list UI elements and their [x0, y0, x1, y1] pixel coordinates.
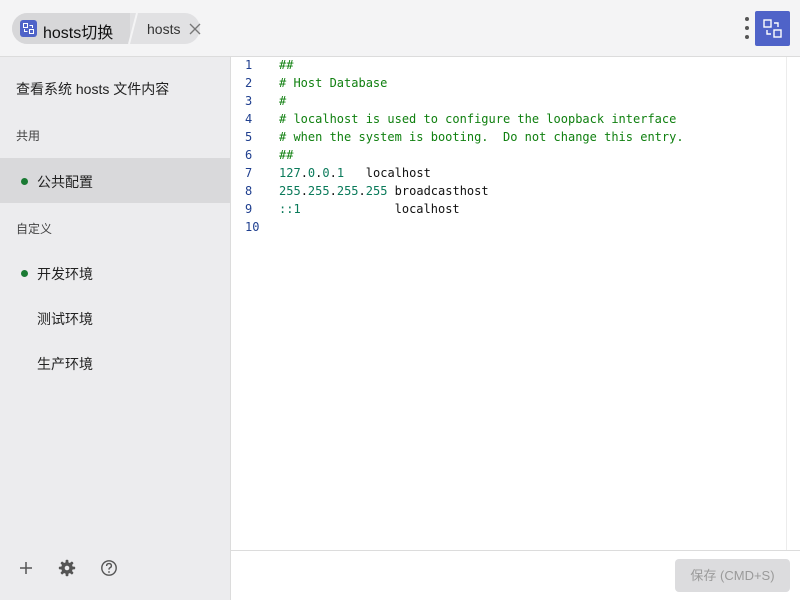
title-bar: hosts切换 hosts	[0, 0, 800, 57]
help-icon[interactable]	[100, 559, 118, 577]
sidebar: 查看系统 hosts 文件内容 共用 公共配置 自定义 开发环境 测试环境 生产…	[0, 57, 231, 600]
enabled-dot	[21, 270, 28, 277]
editor-line[interactable]: 2 # Host Database	[231, 75, 781, 93]
enabled-dot	[21, 178, 28, 185]
sidebar-item-label: 生产环境	[37, 356, 93, 372]
sidebar-item-public-config[interactable]: 公共配置	[0, 158, 230, 203]
line-number: 1	[245, 58, 253, 72]
hosts-editor[interactable]: 1 ## 2 # Host Database 3 #4 # localhost is use…	[231, 57, 800, 550]
tab-separator	[128, 13, 138, 44]
line-code[interactable]: # Host Database	[279, 76, 387, 90]
editor-line[interactable]: 8 255.255.255.255 broadcasthost	[231, 183, 781, 201]
sidebar-item-prod[interactable]: 生产环境	[0, 340, 230, 385]
line-code[interactable]: ::1 localhost	[279, 202, 460, 216]
line-number: 6	[245, 148, 253, 162]
tab-group: hosts切换 hosts	[12, 13, 202, 44]
line-code[interactable]: 255.255.255.255 broadcasthost	[279, 184, 489, 198]
editor-line[interactable]: 9::1 localhost	[231, 201, 781, 219]
sidebar-item-test[interactable]: 测试环境	[0, 295, 230, 340]
section-custom: 自定义	[16, 222, 53, 236]
save-button[interactable]: 保存 (CMD+S)	[675, 559, 790, 592]
line-number: 10	[245, 220, 260, 234]
line-code[interactable]: #	[279, 94, 286, 108]
line-code[interactable]: # when the system is booting. Do not cha…	[279, 130, 684, 144]
app-icon	[20, 20, 37, 37]
close-icon[interactable]	[188, 22, 202, 36]
swap-button[interactable]	[755, 11, 790, 46]
line-number: 3	[245, 94, 253, 108]
section-shared: 共用	[16, 129, 41, 143]
editor-line[interactable]: 5 # when the system is booting. Do not ch…	[231, 129, 781, 147]
editor-line[interactable]: 7 127.0.0.1 localhost	[231, 165, 781, 183]
tab-title: hosts切换	[43, 25, 114, 42]
sidebar-item-label: 开发环境	[37, 266, 93, 282]
editor-line[interactable]: 10	[231, 219, 781, 237]
swap-icon	[763, 19, 782, 38]
line-code[interactable]: # localhost is used to configure the loo…	[279, 112, 676, 126]
line-number: 5	[245, 130, 253, 144]
line-number: 2	[245, 76, 253, 90]
line-code[interactable]: ##	[279, 58, 293, 72]
editor-footer: 保存 (CMD+S)	[231, 550, 800, 600]
more-vertical-icon[interactable]	[740, 14, 754, 42]
gear-icon[interactable]	[58, 559, 76, 577]
sidebar-item-dev[interactable]: 开发环境	[0, 250, 230, 295]
sidebar-toolbar	[0, 540, 230, 600]
line-number: 7	[245, 166, 253, 180]
sidebar-item-label: 公共配置	[37, 174, 93, 190]
tab-hosts-label: hosts	[147, 21, 181, 37]
scrollbar[interactable]	[786, 57, 800, 550]
line-number: 8	[245, 184, 253, 198]
line-number: 4	[245, 112, 253, 126]
sidebar-item-label: 测试环境	[37, 311, 93, 327]
line-code[interactable]: ##	[279, 148, 293, 162]
editor-line[interactable]: 4 # localhost is used to configure the lo…	[231, 111, 781, 129]
editor-line[interactable]: 6 ##	[231, 147, 781, 165]
view-system-hosts[interactable]: 查看系统 hosts 文件内容	[16, 79, 169, 99]
editor-line[interactable]: 3 #	[231, 93, 781, 111]
tab-hosts-switch[interactable]: hosts切换	[12, 13, 130, 44]
add-icon[interactable]	[17, 559, 35, 577]
line-code[interactable]: 127.0.0.1 localhost	[279, 166, 431, 180]
line-number: 9	[245, 202, 253, 216]
editor-line[interactable]: 1 ##	[231, 57, 781, 75]
